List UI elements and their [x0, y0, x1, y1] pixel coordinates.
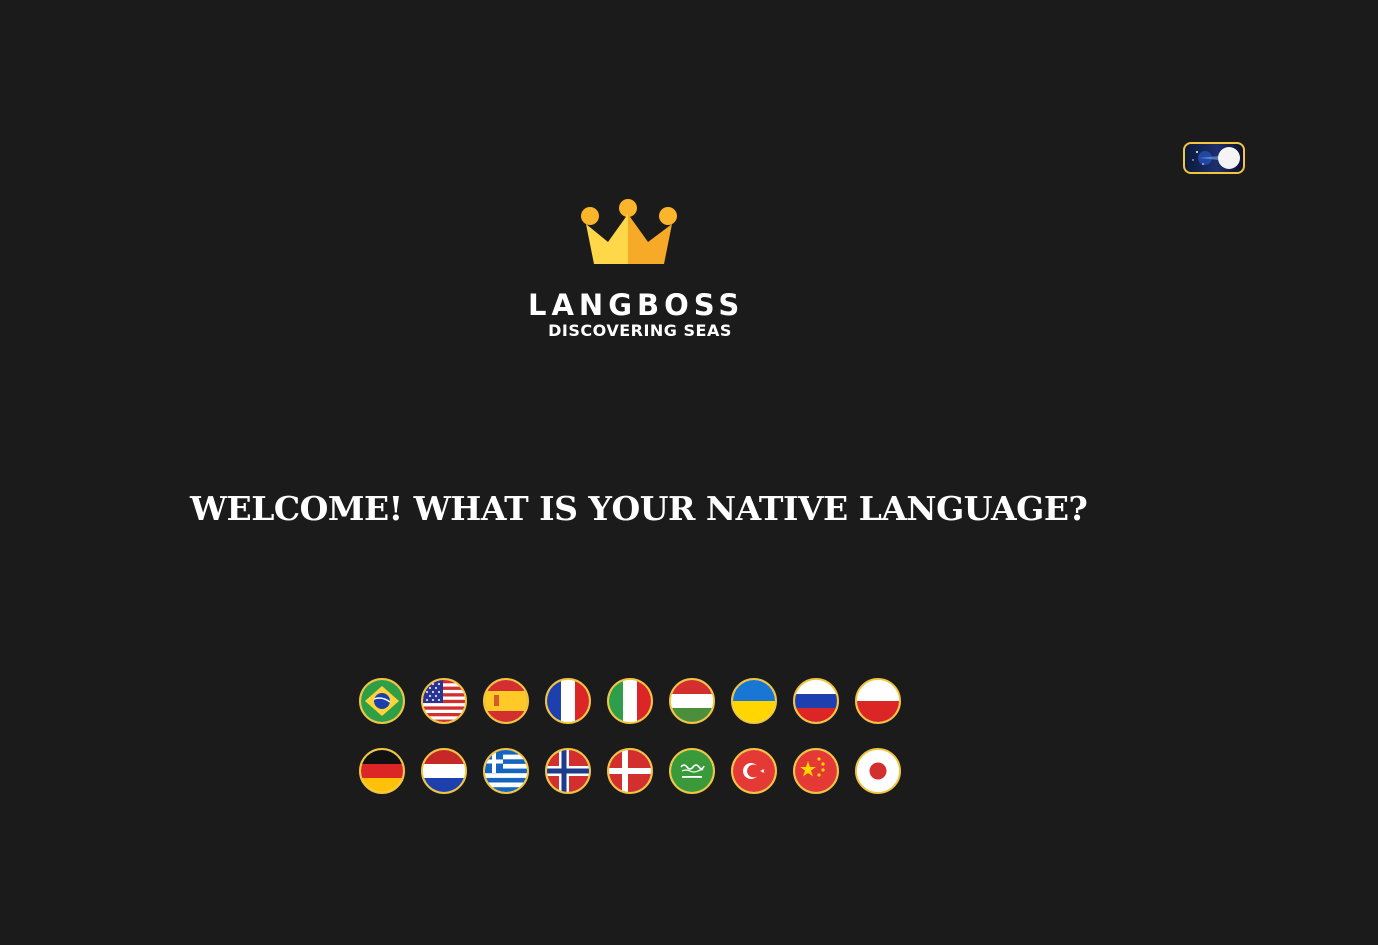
spain-flag-icon[interactable] — [483, 678, 529, 724]
china-flag-icon[interactable] — [793, 748, 839, 794]
germany-flag-icon[interactable] — [359, 748, 405, 794]
hungary-flag-icon[interactable] — [669, 678, 715, 724]
brazil-flag-icon[interactable] — [359, 678, 405, 724]
greece-flag-icon[interactable] — [483, 748, 529, 794]
usa-flag-icon[interactable] — [421, 678, 467, 724]
denmark-flag-icon[interactable] — [607, 748, 653, 794]
brand-name: LANGBOSS — [528, 288, 745, 322]
france-flag-icon[interactable] — [545, 678, 591, 724]
poland-flag-icon[interactable] — [855, 678, 901, 724]
app-logo: LANGBOSS DISCOVERING SEAS — [520, 198, 740, 340]
language-select-page: LANGBOSS DISCOVERING SEAS WELCOME! WHAT … — [0, 0, 1378, 945]
crown-icon — [581, 199, 677, 264]
norway-flag-icon[interactable] — [545, 748, 591, 794]
page-title: WELCOME! WHAT IS YOUR NATIVE LANGUAGE? — [190, 489, 1088, 528]
netherlands-flag-icon[interactable] — [421, 748, 467, 794]
theme-toggle-button[interactable] — [1183, 142, 1245, 174]
brand-tagline: DISCOVERING SEAS — [548, 321, 732, 340]
moon-icon — [1192, 147, 1240, 169]
turkey-flag-icon[interactable] — [731, 748, 777, 794]
russia-flag-icon[interactable] — [793, 678, 839, 724]
saudi-arabia-flag-icon[interactable] — [669, 748, 715, 794]
japan-flag-icon[interactable] — [855, 748, 901, 794]
language-flag-grid — [359, 678, 919, 794]
ukraine-flag-icon[interactable] — [731, 678, 777, 724]
italy-flag-icon[interactable] — [607, 678, 653, 724]
